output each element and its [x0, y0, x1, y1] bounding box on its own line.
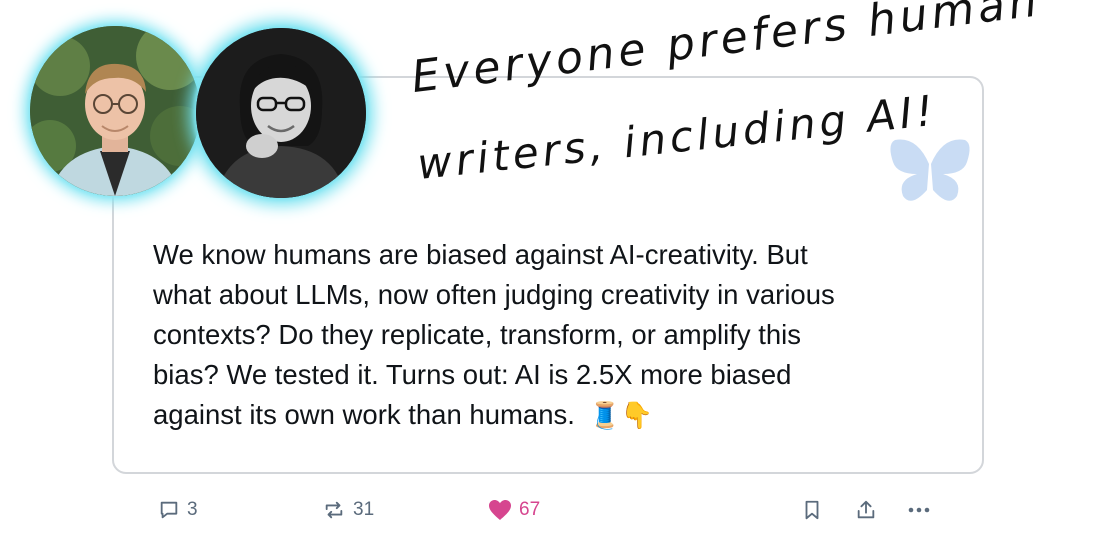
- share-button[interactable]: [855, 490, 877, 530]
- bookmark-button[interactable]: [802, 490, 822, 530]
- avatar-photo-woman: [196, 28, 366, 198]
- avatar-photo-man: [30, 26, 200, 196]
- repost-button[interactable]: 31: [322, 490, 374, 530]
- like-button[interactable]: 67: [488, 490, 540, 530]
- bookmark-icon: [805, 500, 819, 520]
- like-count: 67: [519, 499, 541, 520]
- post-body-text: We know humans are biased against AI-cre…: [153, 239, 835, 430]
- thread-pointing-emojis: 🧵👇: [588, 400, 654, 430]
- heart-icon: [489, 500, 511, 520]
- ellipsis-icon: [908, 507, 930, 513]
- reply-count: 3: [187, 499, 198, 520]
- post-body: We know humans are biased against AI-cre…: [153, 235, 963, 435]
- repost-arrows-icon: [325, 501, 343, 519]
- butterfly-icon: [890, 139, 970, 201]
- share-icon: [857, 500, 875, 519]
- reply-button[interactable]: 3: [158, 490, 198, 530]
- speech-bubble-icon: [160, 501, 178, 519]
- avatar-author-1[interactable]: [30, 26, 200, 196]
- repost-count: 31: [353, 499, 375, 520]
- post-actions-bar: 3 31 67: [0, 490, 1120, 530]
- avatar-author-2[interactable]: [196, 28, 366, 198]
- more-options-button[interactable]: [906, 490, 932, 530]
